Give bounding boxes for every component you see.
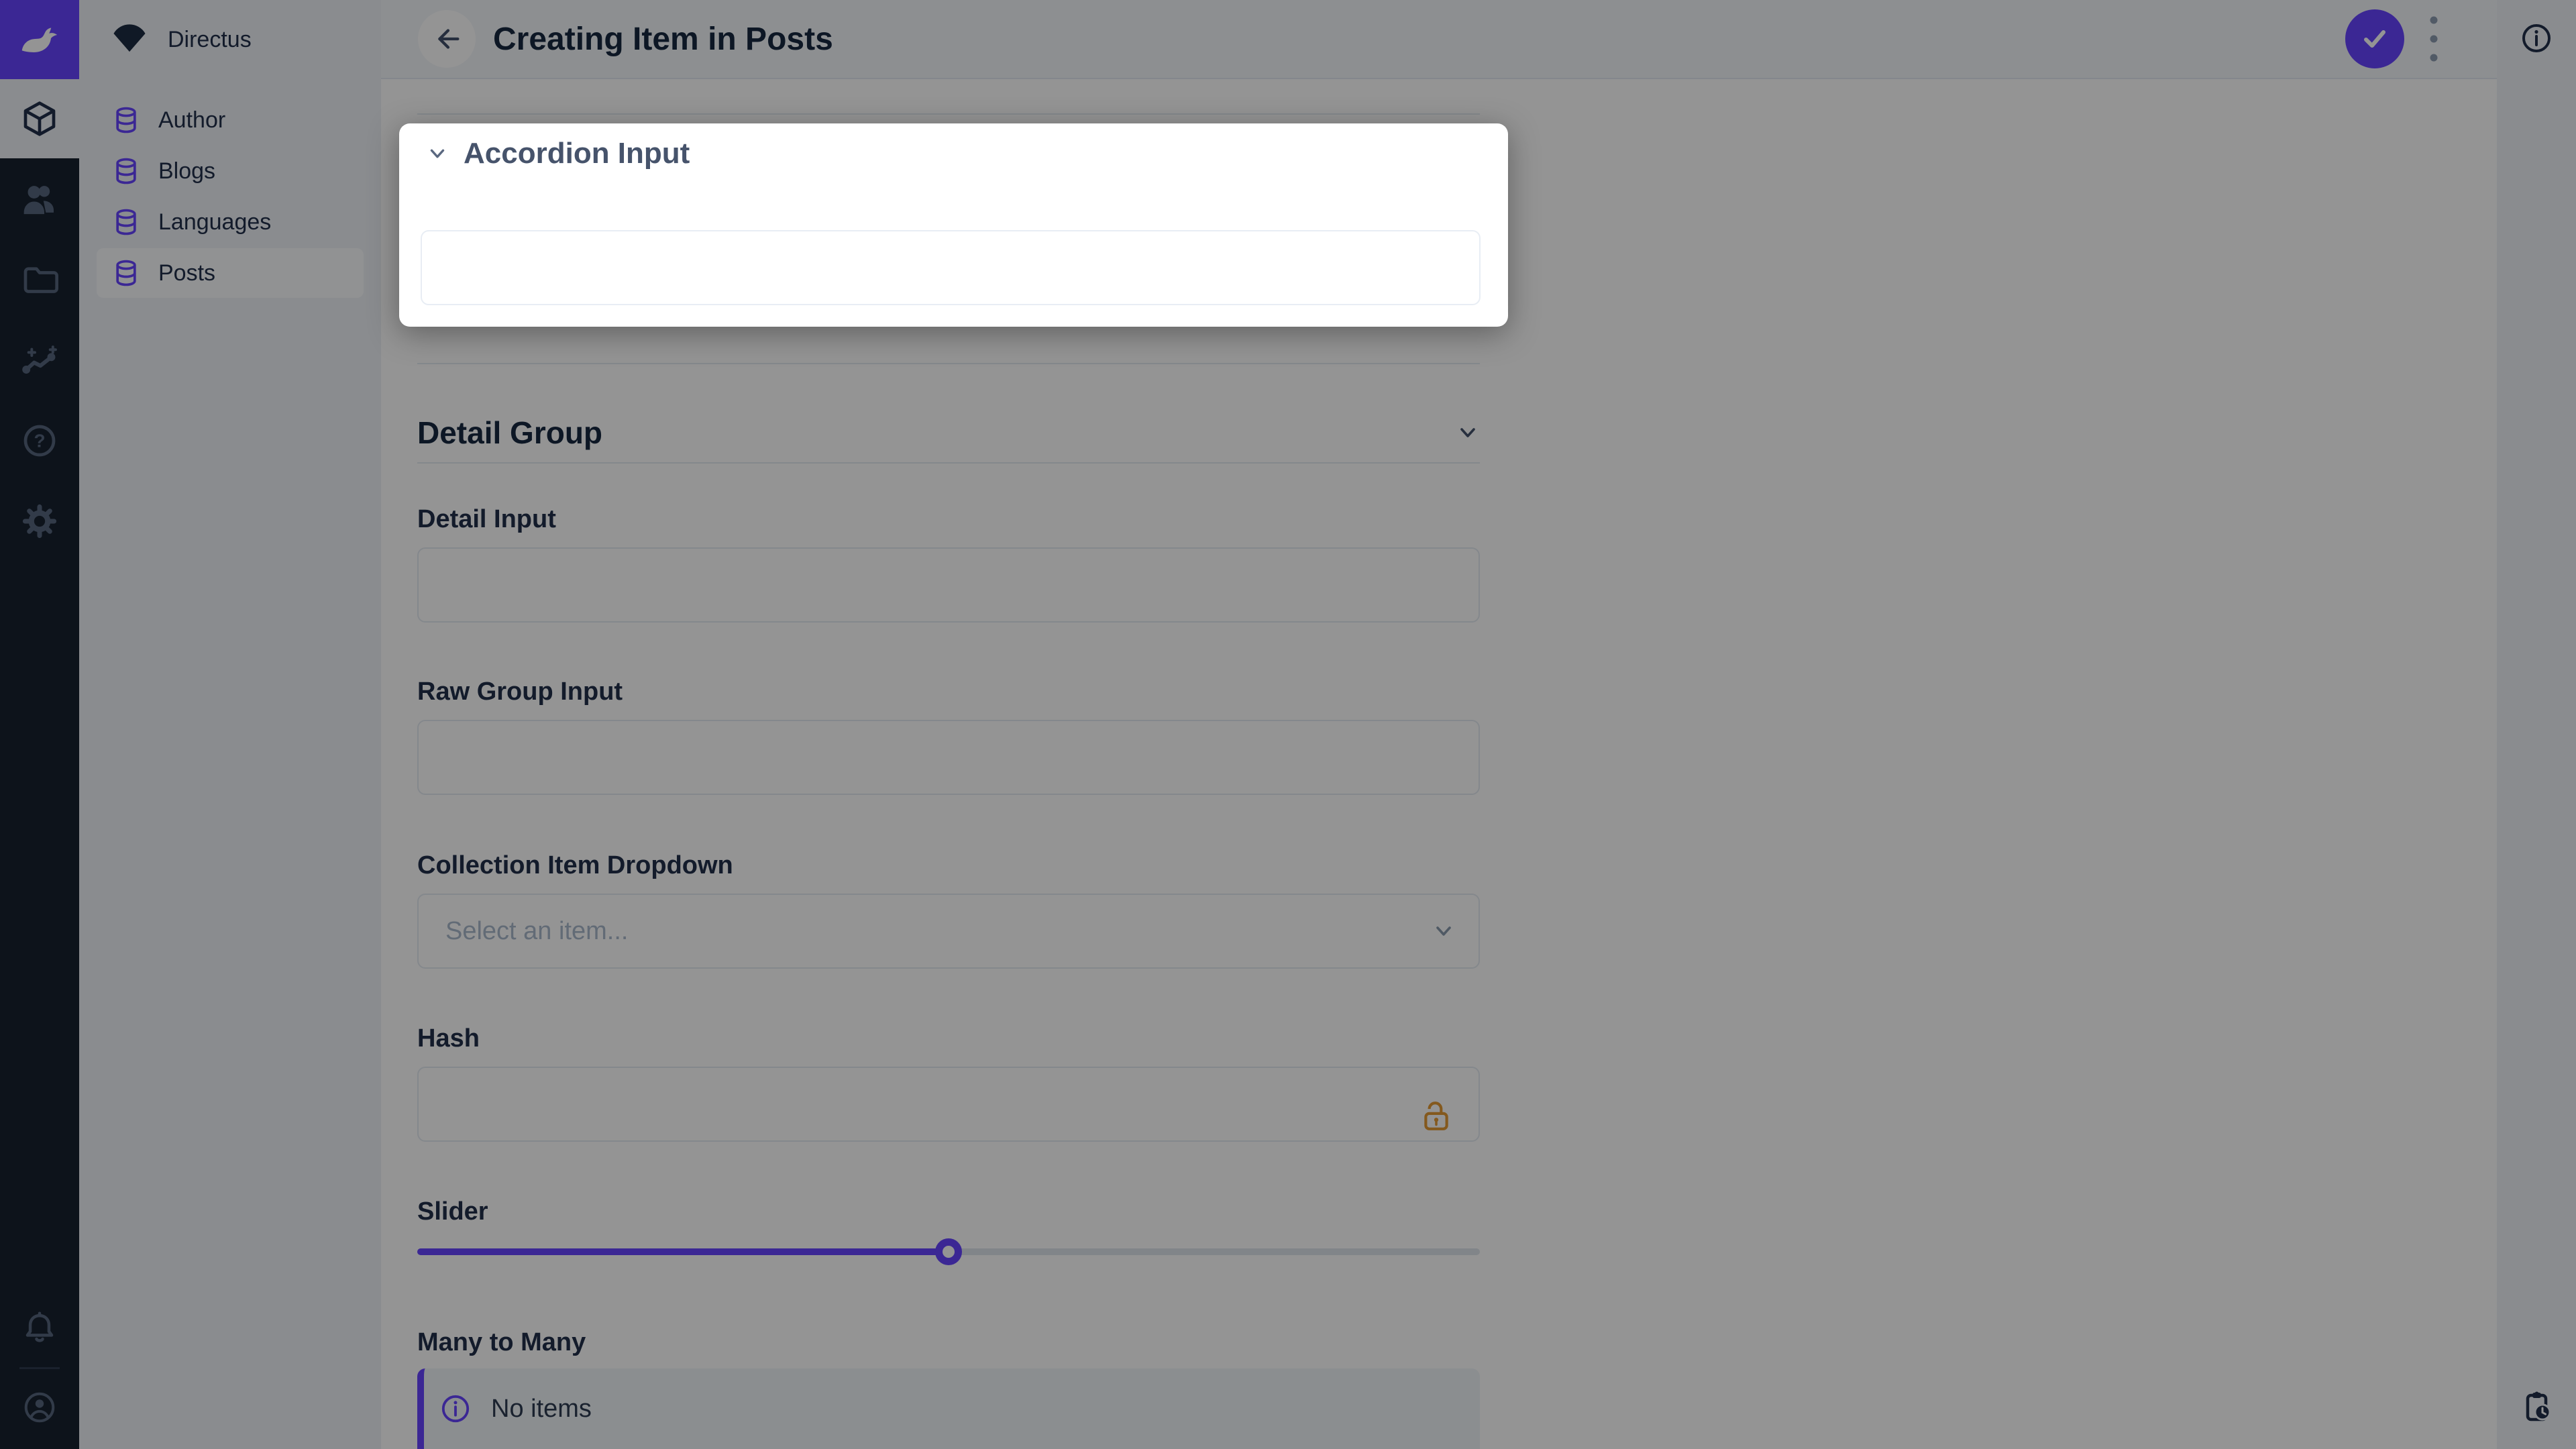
accordion-title: Accordion Input (464, 137, 690, 170)
chevron-down-icon (426, 142, 449, 165)
accordion-header[interactable]: Accordion Input (399, 123, 1508, 170)
accordion-input-field[interactable] (421, 230, 1481, 305)
accordion-raised-card: Accordion Input (399, 123, 1508, 327)
